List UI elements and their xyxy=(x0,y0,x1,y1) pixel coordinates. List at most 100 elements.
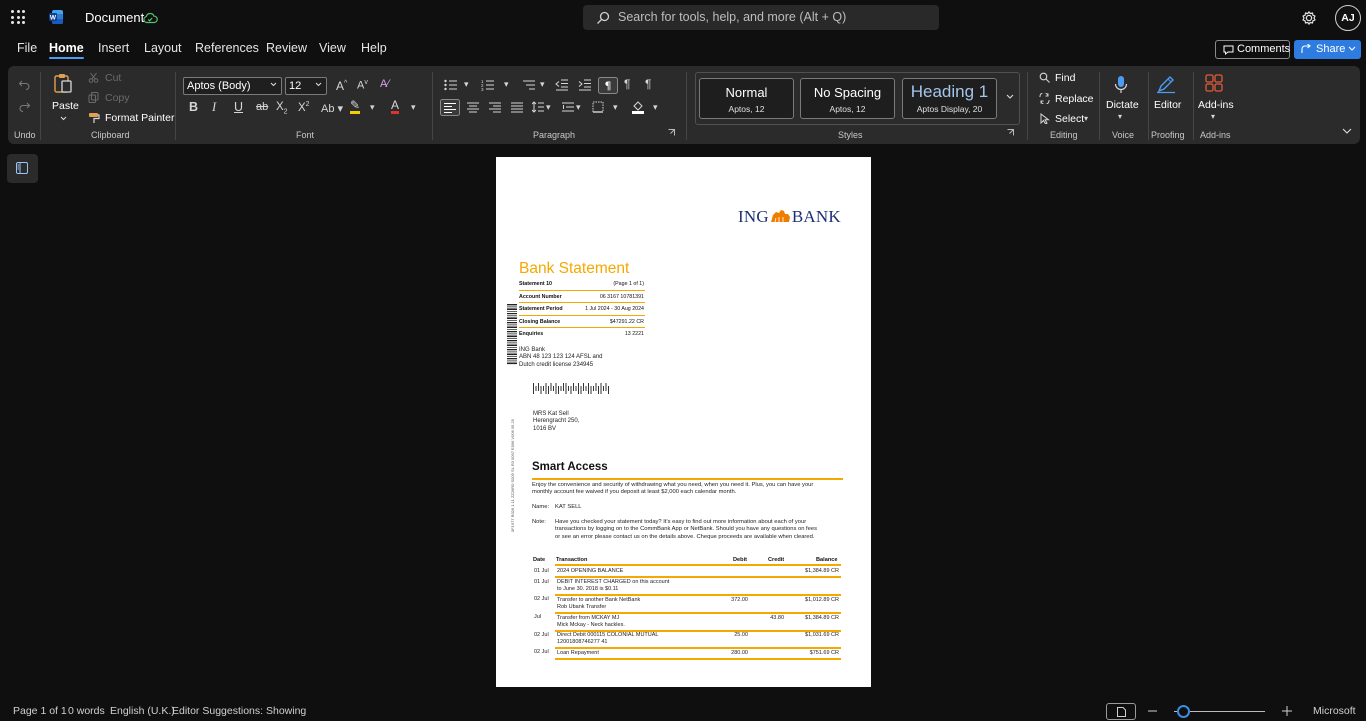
chevron-down-icon[interactable]: ▾ xyxy=(464,79,469,90)
numbering-icon[interactable]: 123 xyxy=(481,79,495,91)
chevron-down-icon[interactable]: ▾ xyxy=(540,79,545,90)
copy-label[interactable]: Copy xyxy=(105,92,130,104)
select-icon[interactable] xyxy=(1039,113,1050,124)
find-label[interactable]: Find xyxy=(1055,72,1075,84)
rtl-direction-icon[interactable]: ¶ xyxy=(645,77,651,91)
tab-help[interactable]: Help xyxy=(361,41,387,55)
add-ins-icon[interactable] xyxy=(1205,74,1223,92)
paste-chevron-icon[interactable] xyxy=(60,116,67,121)
cut-icon[interactable] xyxy=(88,72,99,83)
svg-text:W: W xyxy=(50,14,57,21)
comments-button[interactable]: Comments xyxy=(1215,40,1290,59)
cut-label[interactable]: Cut xyxy=(105,72,121,84)
align-right-icon[interactable] xyxy=(489,102,501,113)
styles-expand-icon[interactable] xyxy=(1006,94,1014,100)
shrink-font-icon[interactable]: Av xyxy=(357,79,368,92)
zoom-in-icon[interactable] xyxy=(1282,706,1292,716)
shading-icon[interactable] xyxy=(631,100,645,114)
borders-icon[interactable] xyxy=(592,101,604,113)
select-label[interactable]: Select xyxy=(1055,113,1084,125)
document-title[interactable]: Document xyxy=(85,10,144,25)
replace-icon[interactable] xyxy=(1039,93,1050,104)
dictate-label[interactable]: Dictate xyxy=(1106,99,1139,111)
strikethrough-icon[interactable]: ab xyxy=(256,101,268,113)
tab-view[interactable]: View xyxy=(319,41,346,55)
chevron-down-icon[interactable]: ▾ xyxy=(370,102,375,113)
style-no-spacing[interactable]: No Spacing Aptos, 12 xyxy=(800,78,895,119)
paste-icon[interactable] xyxy=(52,72,74,94)
focus-mode-button[interactable] xyxy=(1106,703,1136,720)
editor-label[interactable]: Editor xyxy=(1154,99,1181,111)
style-heading-1[interactable]: Heading 1 Aptos Display, 20 xyxy=(902,78,997,119)
share-button[interactable]: Share xyxy=(1294,40,1361,59)
font-family-dropdown[interactable]: Aptos (Body) xyxy=(183,77,282,95)
navigation-pane-button[interactable] xyxy=(7,154,38,183)
chevron-down-icon[interactable]: ▾ xyxy=(1084,114,1088,123)
highlight-color-icon[interactable]: ✎ xyxy=(350,99,361,114)
microphone-icon[interactable] xyxy=(1114,75,1128,95)
document-page[interactable]: ING BANK Bank Statement Statement 10 (Pag… xyxy=(496,157,871,687)
font-color-icon[interactable]: A xyxy=(391,99,400,114)
tab-insert[interactable]: Insert xyxy=(98,41,129,55)
settings-gear-icon[interactable] xyxy=(1300,9,1318,27)
style-normal[interactable]: Normal Aptos, 12 xyxy=(699,78,794,119)
paste-label[interactable]: Paste xyxy=(52,100,79,112)
italic-icon[interactable]: I xyxy=(212,100,216,115)
chevron-down-icon[interactable]: ▾ xyxy=(546,102,551,113)
undo-icon[interactable] xyxy=(18,78,31,90)
chevron-down-icon[interactable]: ▾ xyxy=(576,102,581,113)
zoom-slider-thumb[interactable] xyxy=(1177,705,1190,718)
subscript-icon[interactable]: X2 xyxy=(276,101,288,115)
chevron-down-icon[interactable]: ▾ xyxy=(1211,112,1215,121)
dialog-launcher-icon[interactable] xyxy=(1007,129,1014,136)
copy-icon[interactable] xyxy=(88,92,99,103)
language[interactable]: English (U.K.) xyxy=(110,705,175,717)
redo-icon[interactable] xyxy=(18,100,31,112)
tab-file[interactable]: File xyxy=(17,41,37,55)
app-launcher-icon[interactable] xyxy=(11,10,25,24)
line-spacing-icon[interactable] xyxy=(532,101,544,113)
zoom-out-icon[interactable] xyxy=(1148,710,1157,712)
multilevel-list-icon[interactable] xyxy=(522,79,536,91)
dialog-launcher-icon[interactable] xyxy=(668,129,675,136)
chevron-down-icon[interactable]: ▾ xyxy=(653,102,658,113)
cloud-saved-icon[interactable] xyxy=(142,10,158,26)
chevron-down-icon[interactable]: ▾ xyxy=(504,79,509,90)
decrease-indent-icon[interactable] xyxy=(555,79,569,91)
text-effects-icon[interactable]: Ab ▾ xyxy=(321,102,343,115)
tab-review[interactable]: Review xyxy=(266,41,307,55)
tab-layout[interactable]: Layout xyxy=(144,41,182,55)
paragraph-spacing-icon[interactable] xyxy=(562,101,574,113)
chevron-down-icon[interactable]: ▾ xyxy=(1118,112,1122,121)
ribbon-collapse-chevron-icon[interactable] xyxy=(1342,128,1352,134)
align-left-icon[interactable] xyxy=(440,99,460,116)
ltr-direction-icon[interactable]: ¶ xyxy=(624,77,630,91)
user-avatar[interactable]: AJ xyxy=(1335,5,1361,31)
clear-formatting-icon[interactable]: A∕ xyxy=(380,78,389,90)
search-box[interactable]: Search for tools, help, and more (Alt + … xyxy=(583,5,939,30)
editor-suggestions[interactable]: Editor Suggestions: Showing xyxy=(172,705,306,717)
page-count[interactable]: Page 1 of 1 xyxy=(13,705,67,717)
chevron-down-icon[interactable]: ▾ xyxy=(411,102,416,113)
show-paragraph-marks-icon[interactable]: ¶ xyxy=(598,77,618,94)
align-center-icon[interactable] xyxy=(467,102,479,113)
font-size-dropdown[interactable]: 12 xyxy=(285,77,327,95)
increase-indent-icon[interactable] xyxy=(578,79,592,91)
tab-references[interactable]: References xyxy=(195,41,259,55)
bold-icon[interactable]: B xyxy=(189,100,198,114)
format-painter-label[interactable]: Format Painter xyxy=(105,112,174,124)
format-painter-icon[interactable] xyxy=(88,112,100,124)
add-ins-label[interactable]: Add-ins xyxy=(1198,99,1234,111)
chevron-down-icon[interactable] xyxy=(1348,46,1356,52)
find-icon[interactable] xyxy=(1039,72,1050,83)
justify-icon[interactable] xyxy=(511,102,523,113)
tab-home[interactable]: Home xyxy=(49,41,84,59)
word-count[interactable]: 0 words xyxy=(68,705,105,717)
underline-icon[interactable]: U xyxy=(234,100,243,114)
superscript-icon[interactable]: X2 xyxy=(298,101,310,114)
grow-font-icon[interactable]: A^ xyxy=(336,79,347,93)
editor-icon[interactable] xyxy=(1156,74,1176,94)
chevron-down-icon[interactable]: ▾ xyxy=(613,102,618,113)
bullets-icon[interactable] xyxy=(444,79,458,91)
replace-label[interactable]: Replace xyxy=(1055,93,1094,105)
